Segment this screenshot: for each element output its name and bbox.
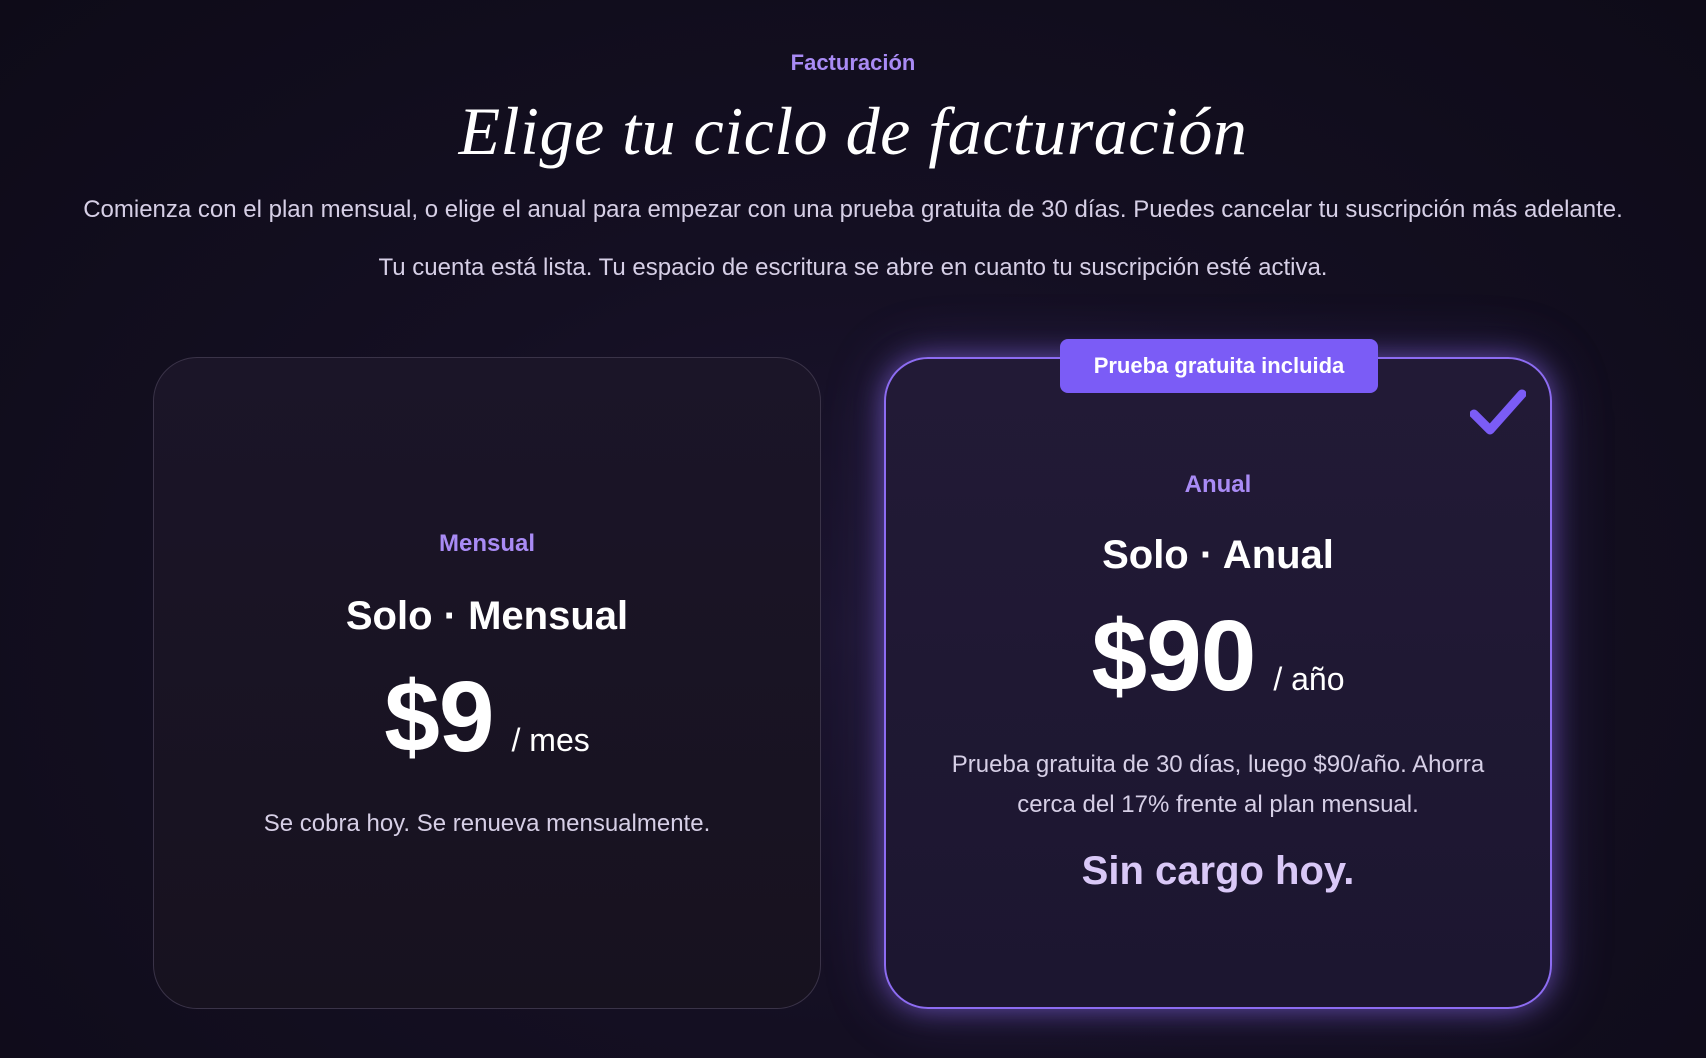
account-status-text: Tu cuenta está lista. Tu espacio de escr… [378, 254, 1328, 281]
period-monthly: / mes [511, 722, 590, 758]
plan-card-annual[interactable]: Anual Solo · Anual $90 / año Prueba gratu… [884, 357, 1552, 1009]
free-trial-badge: Prueba gratuita incluida [1060, 339, 1378, 393]
price-row-annual: $90 / año [886, 599, 1550, 714]
plan-card-monthly[interactable]: Mensual Solo · Mensual $9 / mes Se cobra … [153, 357, 821, 1009]
checkmark-icon [1470, 389, 1526, 435]
price-row-monthly: $9 / mes [154, 660, 820, 775]
no-charge-highlight: Sin cargo hoy. [1081, 849, 1355, 893]
plan-tag-annual: Anual [1184, 471, 1252, 498]
section-eyebrow: Facturación [790, 50, 916, 75]
page-title: Elige tu ciclo de facturación [458, 93, 1248, 169]
plan-note-annual: Prueba gratuita de 30 días, luego $90/añ… [951, 751, 1485, 818]
plan-name-annual: Solo · Anual [1102, 533, 1334, 577]
price-monthly: $9 [384, 661, 494, 773]
plan-name-monthly: Solo · Mensual [345, 594, 629, 638]
period-annual: / año [1273, 661, 1345, 697]
billing-page: Facturación Elige tu ciclo de facturació… [0, 0, 1706, 1058]
plan-tag-monthly: Mensual [438, 530, 536, 557]
page-subtitle: Comienza con el plan mensual, o elige el… [83, 196, 1623, 223]
price-annual: $90 [1091, 600, 1256, 712]
plan-note-monthly: Se cobra hoy. Se renueva mensualmente. [263, 810, 711, 837]
